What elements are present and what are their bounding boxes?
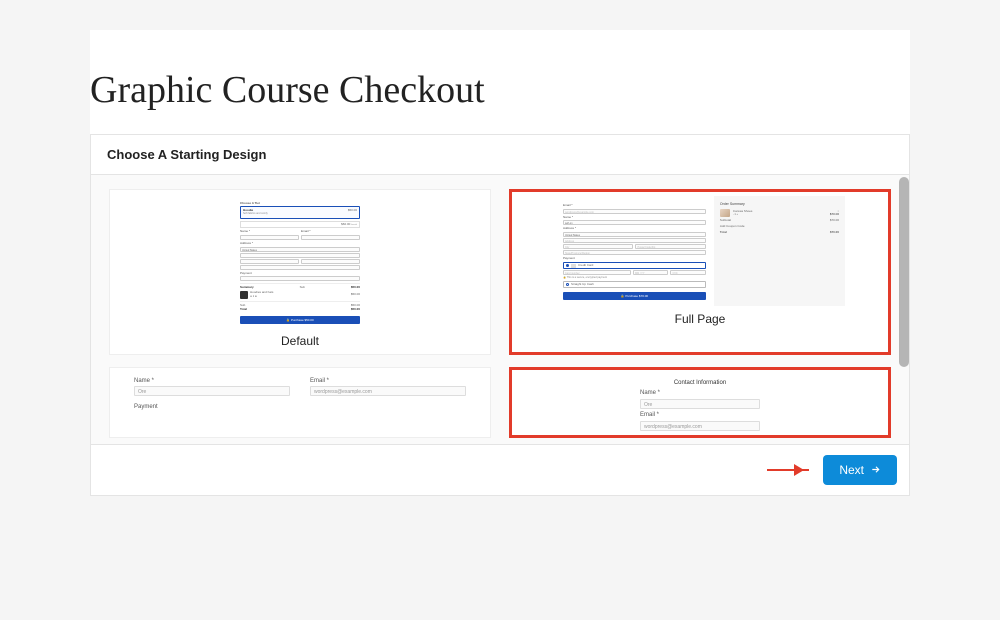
full-page-thumbnail: Email * wordpress@example.com Name * sel… bbox=[516, 196, 884, 306]
next-button[interactable]: Next bbox=[823, 455, 897, 485]
design-card-full-page[interactable]: Email * wordpress@example.com Name * sel… bbox=[509, 189, 891, 355]
scrollbar-thumb[interactable] bbox=[899, 177, 909, 367]
fp-cardnum: Card number bbox=[563, 270, 631, 275]
page-title: Graphic Course Checkout bbox=[90, 40, 910, 124]
fp-postal-ph: Postal Code/Zip bbox=[635, 244, 705, 249]
full-page-label: Full Page bbox=[675, 306, 726, 326]
tier2-price: $60.00 bbox=[341, 222, 350, 226]
order-summary-title: Order Summary bbox=[720, 202, 839, 206]
preview-row-right: Contact Information Name * Ore Email * w… bbox=[509, 367, 891, 438]
fp-email-label: Email * bbox=[563, 204, 706, 208]
card-icon bbox=[571, 264, 576, 268]
coupon-label: Add Coupon Code bbox=[720, 225, 745, 229]
r2c-title: Contact Information bbox=[536, 380, 864, 386]
fp-exp: MM / YY bbox=[633, 270, 668, 275]
fp-cvc: CVC bbox=[670, 270, 705, 275]
fp-payment-label: Payment bbox=[563, 257, 706, 261]
purchase-button-mini: 🔒 Purchase $50.00 bbox=[240, 316, 360, 324]
prod-qty: 1 bbox=[253, 295, 254, 298]
summary-label: Summary bbox=[240, 286, 254, 290]
name-label: Name * bbox=[240, 230, 299, 234]
default-thumbnail: Choose A Tier Hoodie $50.00 Soft fabrics… bbox=[116, 196, 484, 328]
tier-sub: Soft fabrics and comfy bbox=[243, 212, 268, 215]
total-value: $70.00 bbox=[830, 231, 839, 235]
email-label: Email * bbox=[301, 230, 360, 234]
country-select: United States bbox=[240, 247, 360, 252]
design-card-default[interactable]: Choose A Tier Hoodie $50.00 Soft fabrics… bbox=[109, 189, 491, 355]
design-panel: Choose A Starting Design Choose A Tier H… bbox=[90, 134, 910, 496]
summary-item-price: $70.00 bbox=[830, 213, 839, 217]
fp-state-ph: State/Province/Region bbox=[563, 250, 706, 255]
summary-item-qty: - 1 + bbox=[733, 213, 827, 216]
summary-item-thumb-icon bbox=[720, 209, 730, 217]
subtotal-value: $70.00 bbox=[830, 219, 839, 223]
fp-name-label: Name * bbox=[563, 216, 706, 220]
sum-price: $50.00 bbox=[351, 286, 360, 290]
r2-payment-label: Payment bbox=[134, 404, 466, 410]
arrow-right-icon bbox=[870, 464, 881, 475]
r2-email-label: Email * bbox=[310, 378, 466, 384]
prod-price: $50.00 bbox=[351, 293, 360, 297]
address-label: Address * bbox=[240, 242, 360, 246]
r2-email-value: wordpress@example.com bbox=[310, 386, 466, 396]
total-label: Total bbox=[240, 308, 247, 312]
r2-name-label: Name * bbox=[134, 378, 290, 384]
tier-price: $50.00 bbox=[348, 209, 357, 213]
panel-body: Choose A Tier Hoodie $50.00 Soft fabrics… bbox=[91, 175, 909, 444]
fp-country: United States bbox=[563, 232, 706, 237]
fp-city-ph: City bbox=[563, 244, 633, 249]
r2c-name-label: Name * bbox=[640, 390, 760, 396]
annotation-arrow-icon bbox=[767, 469, 809, 471]
fp-name-val: self-on bbox=[563, 220, 706, 225]
r2c-email-value: wordpress@example.com bbox=[640, 421, 760, 431]
panel-title: Choose A Starting Design bbox=[91, 135, 909, 175]
preview-row-left: Name * Ore Email * wordpress@example.com… bbox=[109, 367, 491, 438]
subtotal-label: Subtotal bbox=[720, 219, 731, 223]
payment-label: Payment bbox=[240, 272, 360, 276]
panel-footer: Next bbox=[91, 444, 909, 495]
total-val: $50.00 bbox=[351, 308, 360, 312]
product-thumb-icon bbox=[240, 291, 248, 299]
default-label: Default bbox=[281, 328, 319, 348]
fp-addr-label: Address * bbox=[563, 227, 706, 231]
fp-cash-option: Straight Up Cash bbox=[563, 281, 706, 288]
r2c-email-label: Email * bbox=[640, 412, 760, 418]
prod-name: Hoodies and hats bbox=[250, 290, 273, 294]
fp-credit-card-option: Credit Card bbox=[563, 262, 706, 269]
sum-sub: Sub bbox=[300, 286, 305, 290]
r2c-name-value: Ore bbox=[640, 399, 760, 409]
total-label: Total bbox=[720, 231, 727, 235]
fp-purchase-button: 🔒 Purchase $70.00 bbox=[563, 292, 706, 300]
fp-email-val: wordpress@example.com bbox=[563, 209, 706, 214]
r2-name-value: Ore bbox=[134, 386, 290, 396]
